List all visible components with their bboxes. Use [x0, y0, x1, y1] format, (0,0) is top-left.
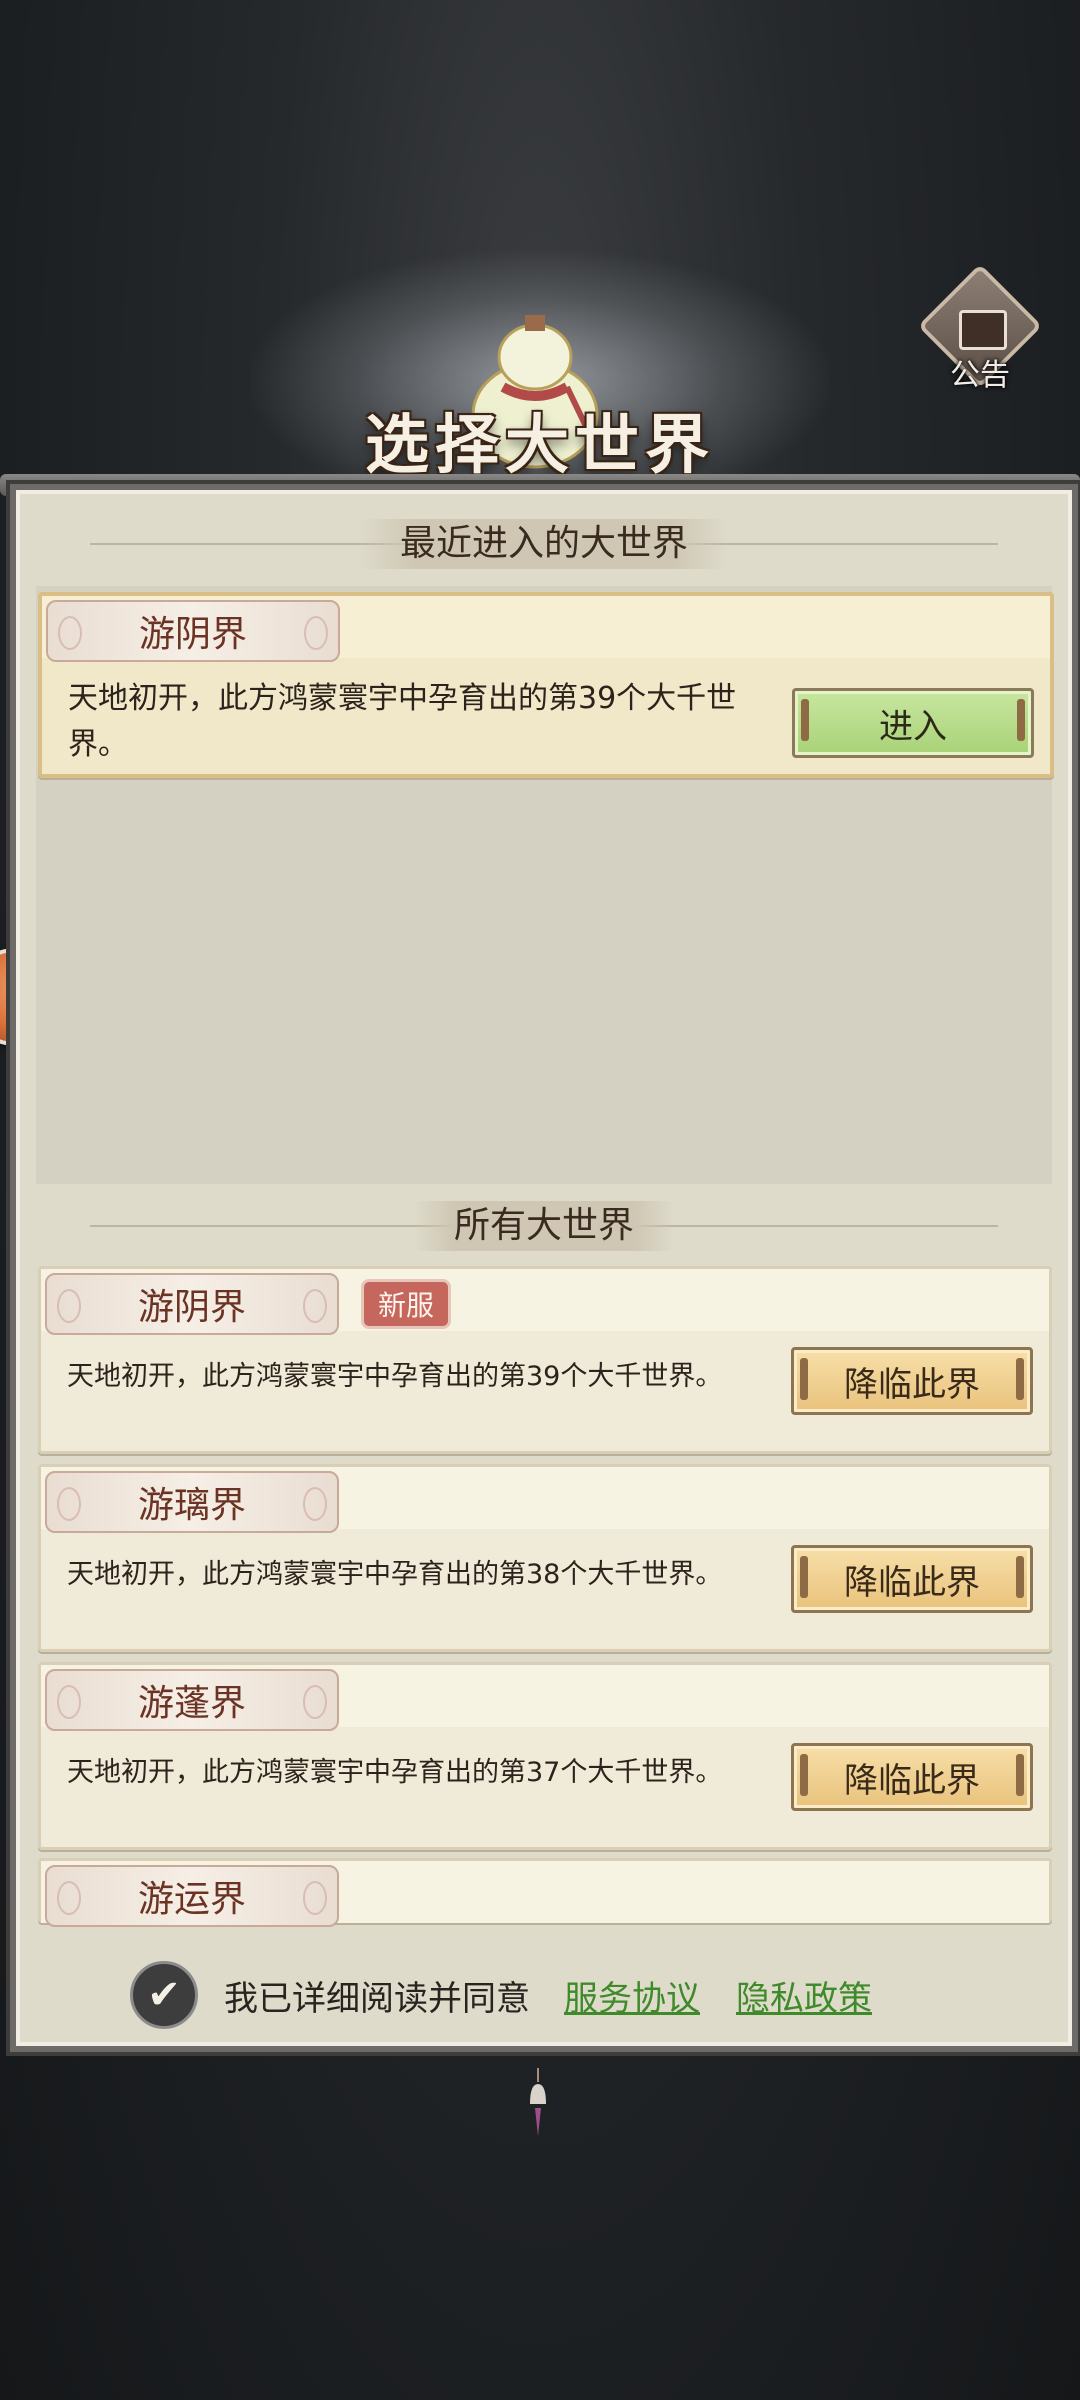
world-description: 天地初开，此方鸿蒙寰宇中孕育出的第39个大千世界。 — [68, 681, 737, 762]
world-description: 天地初开，此方鸿蒙寰宇中孕育出的第37个大千世界。 — [67, 1757, 723, 1788]
checkmark-icon: ✔ — [147, 1972, 181, 2018]
privacy-policy-link[interactable]: 隐私政策 — [736, 1971, 872, 2020]
scroll-icon — [959, 310, 1007, 350]
world-card: 游运界 — [38, 1858, 1052, 1927]
world-name: 游蓬界 — [45, 1669, 339, 1731]
descend-button[interactable]: 降临此界 — [791, 1743, 1033, 1811]
notice-button[interactable]: 公告 — [915, 263, 1045, 402]
recent-section-title: 最近进入的大世界 — [359, 519, 728, 569]
recent-section-header: 最近进入的大世界 — [20, 514, 1068, 574]
notice-label: 公告 — [950, 358, 1010, 393]
recent-world-card: 游阴界 天地初开，此方鸿蒙寰宇中孕育出的第39个大千世界。 进入 — [38, 592, 1054, 778]
world-description: 天地初开，此方鸿蒙寰宇中孕育出的第38个大千世界。 — [67, 1559, 723, 1590]
world-name: 游阴界 — [45, 1273, 339, 1335]
new-server-badge: 新服 — [361, 1279, 451, 1329]
bell-ornament-icon — [530, 2068, 546, 2136]
all-section-header: 所有大世界 — [20, 1196, 1068, 1256]
enter-button[interactable]: 进入 — [792, 688, 1034, 758]
agreement-text: 我已详细阅读并同意 — [224, 1978, 530, 2019]
descend-button[interactable]: 降临此界 — [791, 1347, 1033, 1415]
agree-checkbox[interactable]: ✔ — [130, 1961, 198, 2029]
all-section-title: 所有大世界 — [413, 1201, 674, 1251]
descend-button[interactable]: 降临此界 — [791, 1545, 1033, 1613]
world-name: 游阴界 — [46, 600, 340, 662]
world-card: 游蓬界 天地初开，此方鸿蒙寰宇中孕育出的第37个大千世界。 降临此界 — [38, 1662, 1052, 1850]
world-name: 游璃界 — [45, 1471, 339, 1533]
page-title: 选择大世界 — [365, 408, 715, 483]
world-name: 游运界 — [45, 1865, 339, 1927]
world-description: 天地初开，此方鸿蒙寰宇中孕育出的第39个大千世界。 — [67, 1361, 723, 1392]
world-select-panel: 最近进入的大世界 游阴界 天地初开，此方鸿蒙寰宇中孕育出的第39个大千世界。 进… — [10, 484, 1078, 2052]
world-card: 游阴界 新服 天地初开，此方鸿蒙寰宇中孕育出的第39个大千世界。 降临此界 — [38, 1266, 1052, 1454]
agreement-row: ✔ 我已详细阅读并同意 服务协议 隐私政策 — [130, 1961, 908, 2029]
world-card: 游璃界 天地初开，此方鸿蒙寰宇中孕育出的第38个大千世界。 降临此界 — [38, 1464, 1052, 1652]
service-agreement-link[interactable]: 服务协议 — [564, 1971, 700, 2020]
